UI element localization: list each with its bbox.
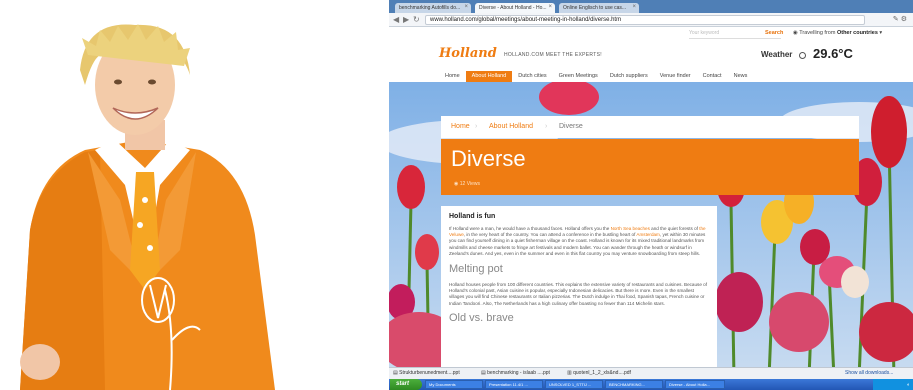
download-item-3[interactable]: ▥ quotenl_1_2_xls&nd....pdf <box>567 370 631 376</box>
breadcrumb-home[interactable]: Home <box>451 123 470 130</box>
close-icon[interactable]: × <box>548 4 552 10</box>
download-item-1[interactable]: ▤ Strukturbenunedment....ppt <box>393 370 460 376</box>
sun-icon <box>799 52 806 59</box>
text: If Holland were a man, he would have a t… <box>449 226 611 231</box>
site-tagline: HOLLAND.COM MEET THE EXPERTS! <box>504 52 602 58</box>
text: , in the very heart of the country. You … <box>463 232 637 238</box>
site-header: Holland HOLLAND.COM MEET THE EXPERTS! We… <box>389 41 913 71</box>
menu-venue-finder[interactable]: Venue finder <box>653 71 697 82</box>
download-label: quotenl_1_2_xls&nd....pdf <box>573 370 631 376</box>
show-all-downloads[interactable]: Show all downloads... <box>845 370 893 376</box>
tab-bar: benchmarking Autofills do... × Diverse - … <box>389 0 913 13</box>
file-icon: ▤ <box>393 370 398 376</box>
top-strip: Your keyword Search ◉ Travelling from Ot… <box>389 27 913 41</box>
tab-2-label: Diverse - About Holland - Ho... <box>479 5 547 11</box>
eye-icon: ◉ <box>454 181 459 187</box>
breadcrumb-current: Diverse <box>559 123 583 130</box>
url-input[interactable]: www.holland.com/global/meetings/about-me… <box>425 15 865 25</box>
text: and the quiet forests of <box>649 226 700 231</box>
taskbar-item[interactable]: My Documents <box>425 380 483 389</box>
url-text: www.holland.com/global/meetings/about-me… <box>430 17 622 23</box>
menu-contact[interactable]: Contact <box>696 71 728 82</box>
pdf-icon: ▥ <box>567 370 572 376</box>
mascot-figure <box>20 24 275 390</box>
download-label: benchmarking - islaab ....ppt <box>487 370 550 376</box>
link-north-sea[interactable]: North Sea beaches <box>611 226 650 231</box>
taskbar-item[interactable]: Diverse - About Holla... <box>665 380 725 389</box>
article-subheading-2: Old vs. brave <box>449 311 514 324</box>
download-bar: ▤ Strukturbenunedment....ppt ▤ benchmark… <box>389 367 913 379</box>
views-text: 12 Views <box>459 181 480 187</box>
main-menu: Home About Holland Dutch cities Green Me… <box>439 71 754 82</box>
search-button[interactable]: Search <box>765 30 783 36</box>
menu-news[interactable]: News <box>727 71 754 82</box>
download-item-2[interactable]: ▤ benchmarking - islaab ....ppt <box>481 370 550 376</box>
tab-3[interactable]: Online Englisch to use cas... × <box>559 3 639 13</box>
travel-prefix: Travelling from <box>799 30 836 36</box>
breadcrumb: Home › About Holland › Diverse <box>441 116 859 138</box>
holland-logo[interactable]: Holland <box>439 46 497 61</box>
taskbar-item[interactable]: UNSOLVED 1_STTIJ ... <box>545 380 603 389</box>
browser-window: benchmarking Autofills do... × Diverse - … <box>389 0 913 390</box>
menu-dutch-cities[interactable]: Dutch cities <box>512 71 553 82</box>
page-title: Diverse <box>451 146 526 171</box>
reload-icon[interactable]: ↻ <box>413 15 420 24</box>
wrench-icon[interactable]: ✎ ⚙ <box>893 15 907 23</box>
temperature: 29.6°C <box>813 46 853 61</box>
menu-dutch-suppliers[interactable]: Dutch suppliers <box>603 71 654 82</box>
file-icon: ▤ <box>481 370 486 376</box>
article-body: Holland is fun If Holland were a man, he… <box>441 206 717 378</box>
taskbar-item[interactable]: Presentation 11.4/1 ... <box>485 380 543 389</box>
system-tray: ◐ <box>873 379 913 390</box>
menu-home[interactable]: Home <box>439 71 466 82</box>
link-amsterdam[interactable]: Amsterdam <box>636 232 660 237</box>
download-label: Strukturbenunedment....ppt <box>399 370 460 376</box>
article-subheading: Melting pot <box>449 263 503 276</box>
article-paragraph-1: If Holland were a man, he would have a t… <box>449 226 709 257</box>
screenshot-root: benchmarking Autofills do... × Diverse - … <box>0 0 913 390</box>
back-icon[interactable]: ◀ <box>393 15 399 24</box>
taskbar-item[interactable]: BENCHMARKING... <box>605 380 663 389</box>
views-count: ◉ 12 Views <box>454 181 480 187</box>
breadcrumb-separator: › <box>545 123 548 130</box>
speaker-icon[interactable]: ◐ <box>907 382 910 388</box>
tab-2[interactable]: Diverse - About Holland - Ho... × <box>475 3 555 13</box>
tab-1-label: benchmarking Autofills do... <box>399 5 461 11</box>
weather-label: Weather <box>761 50 793 59</box>
tab-3-label: Online Englisch to use cas... <box>563 5 627 11</box>
close-icon[interactable]: × <box>464 4 468 10</box>
close-icon[interactable]: × <box>632 4 636 10</box>
menu-about-holland[interactable]: About Holland <box>465 71 513 82</box>
article-heading: Holland is fun <box>449 213 496 220</box>
title-banner: Diverse ◉ 12 Views <box>441 139 859 195</box>
travel-country: Other countries <box>836 30 878 36</box>
address-bar: ◀ ▶ ↻ www.holland.com/global/meetings/ab… <box>389 13 913 27</box>
country-selector[interactable]: ◉ Travelling from Other countries ▾ <box>793 30 882 36</box>
breadcrumb-about[interactable]: About Holland <box>489 123 533 130</box>
tab-1[interactable]: benchmarking Autofills do... × <box>395 3 471 13</box>
web-page: Your keyword Search ◉ Travelling from Ot… <box>389 27 913 378</box>
forward-icon[interactable]: ▶ <box>403 15 409 24</box>
breadcrumb-separator: › <box>475 123 478 130</box>
hero-content: Home › About Holland › Diverse Diverse ◉… <box>389 82 913 378</box>
article-paragraph-2: Holland houses people from 100 different… <box>449 282 707 306</box>
globe-icon: ◉ <box>793 30 798 36</box>
menu-green-meetings[interactable]: Green Meetings <box>552 71 604 82</box>
start-button[interactable]: start <box>390 379 422 390</box>
search-placeholder: Your keyword <box>689 30 720 36</box>
